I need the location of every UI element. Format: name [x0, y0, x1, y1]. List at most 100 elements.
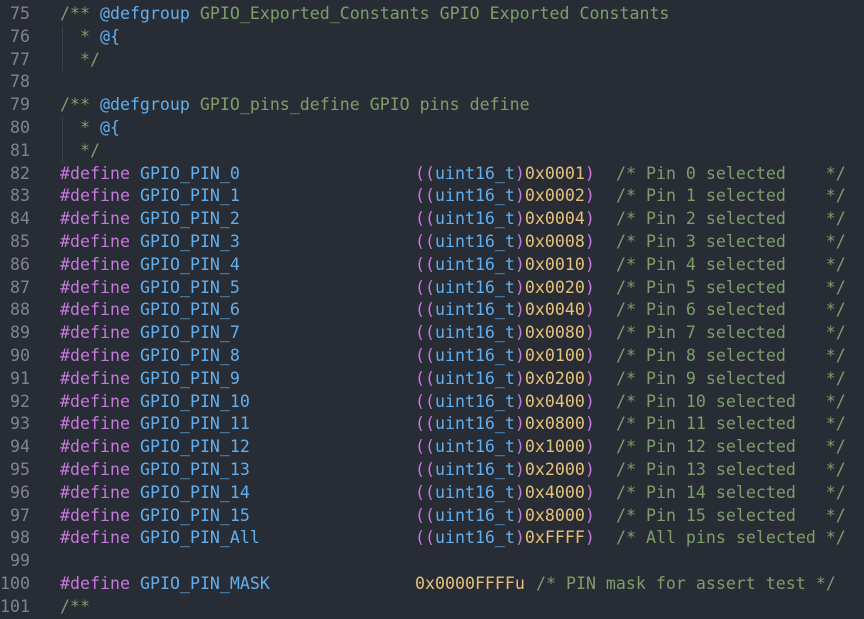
- type-name: uint16_t: [434, 391, 515, 411]
- code-line[interactable]: 90 #define GPIO_PIN_8 ((uint16_t)0x0100) /* …: [0, 345, 864, 368]
- paren: ): [584, 368, 595, 388]
- line-number: 78: [10, 72, 30, 92]
- paren: ((: [415, 231, 435, 251]
- paren: ): [514, 528, 525, 548]
- code-line[interactable]: 77 */: [0, 48, 864, 72]
- code-line[interactable]: 79 /** @defgroup GPIO_pins_define GPIO pi…: [0, 94, 864, 117]
- macro-name: GPIO_PIN_11: [140, 414, 250, 434]
- paren: ): [514, 323, 525, 343]
- paren: ): [514, 368, 525, 388]
- code-line[interactable]: 96 #define GPIO_PIN_14 ((uint16_t)0x4000) /*…: [0, 482, 864, 505]
- line-comment: /* Pin 9 selected */: [616, 368, 846, 388]
- line-comment: /* Pin 4 selected */: [616, 254, 846, 274]
- paren: ): [584, 414, 595, 434]
- code-line[interactable]: 85 #define GPIO_PIN_3 ((uint16_t)0x0008) /* …: [0, 231, 864, 254]
- code-editor[interactable]: 75 /** @defgroup GPIO_Exported_Constants …: [0, 3, 864, 619]
- code-line[interactable]: 78: [0, 71, 864, 94]
- line-number: 80: [10, 117, 30, 137]
- macro-name: GPIO_PIN_6: [140, 300, 240, 320]
- code-line[interactable]: 82 #define GPIO_PIN_0 ((uint16_t)0x0001) /* …: [0, 163, 864, 186]
- type-name: uint16_t: [434, 459, 515, 479]
- paren: ): [514, 505, 525, 525]
- code-line[interactable]: 99: [0, 550, 864, 573]
- hex-value: 0x0080: [524, 323, 585, 343]
- line-number: 95: [10, 459, 30, 479]
- hex-value: 0x0200: [524, 368, 585, 388]
- paren: ): [584, 391, 595, 411]
- line-number: 82: [10, 163, 30, 183]
- code-line[interactable]: 93 #define GPIO_PIN_11 ((uint16_t)0x0800) /*…: [0, 413, 864, 436]
- paren: ): [584, 231, 595, 251]
- line-number: 75: [10, 4, 30, 23]
- doc-comment: */: [60, 140, 100, 160]
- code-line[interactable]: 88 #define GPIO_PIN_6 ((uint16_t)0x0040) /* …: [0, 299, 864, 322]
- code-line[interactable]: 100 #define GPIO_PIN_MASK 0x0000FFFFu /* PIN…: [0, 573, 864, 596]
- paren: ((: [415, 459, 435, 479]
- macro-value: ((uint16_t)0x0020): [415, 277, 595, 300]
- line-comment: /* Pin 7 selected */: [616, 323, 846, 343]
- line-comment: /* Pin 11 selected */: [616, 414, 846, 434]
- code-line[interactable]: 86 #define GPIO_PIN_4 ((uint16_t)0x0010) /* …: [0, 254, 864, 277]
- code-line[interactable]: 101 /**: [0, 596, 864, 619]
- define-keyword: #define: [60, 391, 130, 411]
- hex-value: 0x2000: [524, 459, 585, 479]
- code-line[interactable]: 87 #define GPIO_PIN_5 ((uint16_t)0x0020) /* …: [0, 277, 864, 300]
- paren: ((: [415, 414, 435, 434]
- macro-name: GPIO_PIN_0: [140, 163, 240, 183]
- paren: ): [584, 437, 595, 457]
- macro-value: ((uint16_t)0x0008): [415, 231, 595, 254]
- macro-value: ((uint16_t)0x2000): [415, 459, 595, 482]
- type-name: uint16_t: [434, 254, 515, 274]
- line-comment: /* Pin 14 selected */: [616, 482, 846, 502]
- code-line[interactable]: 91 #define GPIO_PIN_9 ((uint16_t)0x0200) /* …: [0, 368, 864, 391]
- define-keyword: #define: [60, 209, 130, 229]
- paren: ): [584, 528, 595, 548]
- code-line[interactable]: 76 * @{: [0, 25, 864, 49]
- code-line[interactable]: 98 #define GPIO_PIN_All ((uint16_t)0xFFFF) /…: [0, 527, 864, 550]
- paren: ): [584, 186, 595, 206]
- macro-name: GPIO_PIN_15: [140, 505, 250, 525]
- macro-value: ((uint16_t)0x0400): [415, 391, 595, 414]
- macro-name: GPIO_PIN_All: [140, 528, 260, 548]
- code-line[interactable]: 83 #define GPIO_PIN_1 ((uint16_t)0x0002) /* …: [0, 185, 864, 208]
- line-comment: /* All pins selected */: [616, 528, 846, 548]
- line-number: 90: [10, 345, 30, 365]
- code-line[interactable]: 97 #define GPIO_PIN_15 ((uint16_t)0x8000) /*…: [0, 505, 864, 528]
- macro-value: ((uint16_t)0x0040): [415, 299, 595, 322]
- line-number: 98: [10, 528, 30, 548]
- paren: ((: [415, 368, 435, 388]
- macro-name: GPIO_PIN_8: [140, 345, 240, 365]
- type-name: uint16_t: [434, 186, 515, 206]
- type-name: uint16_t: [434, 209, 515, 229]
- macro-name: GPIO_PIN_4: [140, 254, 240, 274]
- paren: ((: [415, 186, 435, 206]
- line-number: 85: [10, 231, 30, 251]
- code-line[interactable]: 84 #define GPIO_PIN_2 ((uint16_t)0x0004) /* …: [0, 208, 864, 231]
- define-keyword: #define: [60, 300, 130, 320]
- macro-name: GPIO_PIN_12: [140, 437, 250, 457]
- hex-value: 0x0002: [524, 186, 585, 206]
- define-keyword: #define: [60, 368, 130, 388]
- define-keyword: #define: [60, 528, 130, 548]
- line-number: 84: [10, 209, 30, 229]
- type-name: uint16_t: [434, 277, 515, 297]
- code-line[interactable]: 94 #define GPIO_PIN_12 ((uint16_t)0x1000) /*…: [0, 436, 864, 459]
- code-line[interactable]: 92 #define GPIO_PIN_10 ((uint16_t)0x0400) /*…: [0, 391, 864, 414]
- paren: ((: [415, 345, 435, 365]
- code-line[interactable]: 81 */: [0, 139, 864, 163]
- line-number: 89: [10, 323, 30, 343]
- define-keyword: #define: [60, 254, 130, 274]
- line-number: 83: [10, 186, 30, 206]
- code-line[interactable]: 80 * @{: [0, 116, 864, 140]
- code-line[interactable]: 89 #define GPIO_PIN_7 ((uint16_t)0x0080) /* …: [0, 322, 864, 345]
- paren: ): [584, 482, 595, 502]
- macro-name: GPIO_PIN_3: [140, 231, 240, 251]
- code-line[interactable]: 95 #define GPIO_PIN_13 ((uint16_t)0x2000) /*…: [0, 459, 864, 482]
- paren: ((: [415, 437, 435, 457]
- doc-tag: @defgroup: [99, 95, 190, 115]
- line-comment: /* Pin 3 selected */: [616, 231, 846, 251]
- paren: ((: [415, 254, 435, 274]
- paren: ): [514, 163, 525, 183]
- paren: ): [514, 391, 525, 411]
- code-line[interactable]: 75 /** @defgroup GPIO_Exported_Constants …: [0, 3, 864, 26]
